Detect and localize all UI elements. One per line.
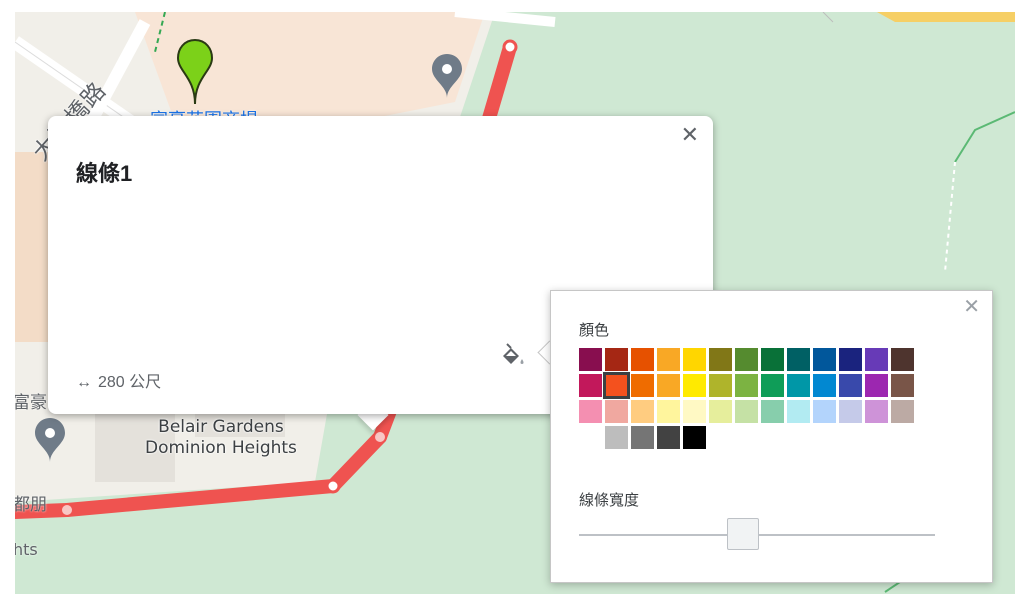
color-swatch[interactable] [787,374,810,397]
color-swatch[interactable] [813,400,836,423]
empty-swatch-slot [735,426,758,449]
color-swatch[interactable] [735,348,758,371]
color-swatch[interactable] [631,400,654,423]
color-swatch[interactable] [813,348,836,371]
empty-swatch-slot [709,426,732,449]
color-swatch[interactable] [787,348,810,371]
color-swatch[interactable] [709,400,732,423]
color-swatch[interactable] [839,374,862,397]
measurement-value: 280 公尺 [98,374,162,391]
close-icon[interactable]: ✕ [681,124,699,146]
place-marker-icon[interactable] [430,52,464,100]
color-swatch[interactable] [605,400,628,423]
color-swatch[interactable] [839,400,862,423]
place-label[interactable]: Belair Gardens Dominion Heights [145,417,297,459]
color-swatch[interactable] [657,374,680,397]
color-swatch[interactable] [683,374,706,397]
close-icon[interactable]: ✕ [963,297,980,317]
color-swatch[interactable] [787,400,810,423]
line-width-slider-handle[interactable] [726,518,759,550]
color-swatch[interactable] [709,348,732,371]
color-swatch[interactable] [891,400,914,423]
edge-label: hts [15,540,38,559]
color-swatch[interactable] [631,348,654,371]
color-swatch[interactable] [839,348,862,371]
color-swatch[interactable] [709,374,732,397]
empty-swatch-slot [787,426,810,449]
paint-bucket-icon [503,343,524,364]
map-pin-icon[interactable] [175,38,215,108]
empty-swatch-slot [839,426,862,449]
color-swatch[interactable] [761,400,784,423]
color-swatch[interactable] [865,348,888,371]
color-swatch[interactable] [603,372,630,399]
color-swatch[interactable] [683,348,706,371]
empty-swatch-slot [891,426,914,449]
place-label-line1: Belair Gardens [158,417,284,437]
color-swatch[interactable] [657,426,680,449]
color-swatch[interactable] [865,374,888,397]
edge-label: 都朋 [15,495,47,515]
place-marker-icon[interactable] [33,416,67,464]
empty-swatch-slot [865,426,888,449]
color-swatch[interactable] [579,374,602,397]
horizontal-double-arrow-icon: ↔ [76,374,92,391]
line-width-label: 線條寬度 [579,492,640,509]
color-swatch[interactable] [735,374,758,397]
empty-swatch-slot [813,426,836,449]
color-swatch[interactable] [683,426,706,449]
color-swatch[interactable] [631,426,654,449]
feature-title[interactable]: 線條1 [76,156,132,188]
color-swatch[interactable] [891,348,914,371]
color-swatch[interactable] [813,374,836,397]
color-palette [579,348,914,449]
empty-swatch-slot [761,426,784,449]
color-swatch[interactable] [605,348,628,371]
color-swatch[interactable] [865,400,888,423]
color-swatch[interactable] [631,374,654,397]
edge-label: 富豪 [15,393,47,413]
measurement: ↔ 280 公尺 [76,368,161,392]
color-swatch[interactable] [891,374,914,397]
style-button[interactable] [496,342,530,372]
color-swatch[interactable] [657,400,680,423]
color-swatch[interactable] [605,426,628,449]
color-swatch[interactable] [657,348,680,371]
color-swatch[interactable] [761,348,784,371]
color-panel: ✕ 顏色 線條寬度 [550,290,993,583]
color-swatch[interactable] [579,400,602,423]
place-label-line2: Dominion Heights [145,438,297,458]
color-swatch[interactable] [683,400,706,423]
color-swatch[interactable] [579,348,602,371]
color-label: 顏色 [579,322,610,339]
color-swatch[interactable] [735,400,758,423]
empty-swatch-slot [579,426,602,449]
color-swatch[interactable] [761,374,784,397]
